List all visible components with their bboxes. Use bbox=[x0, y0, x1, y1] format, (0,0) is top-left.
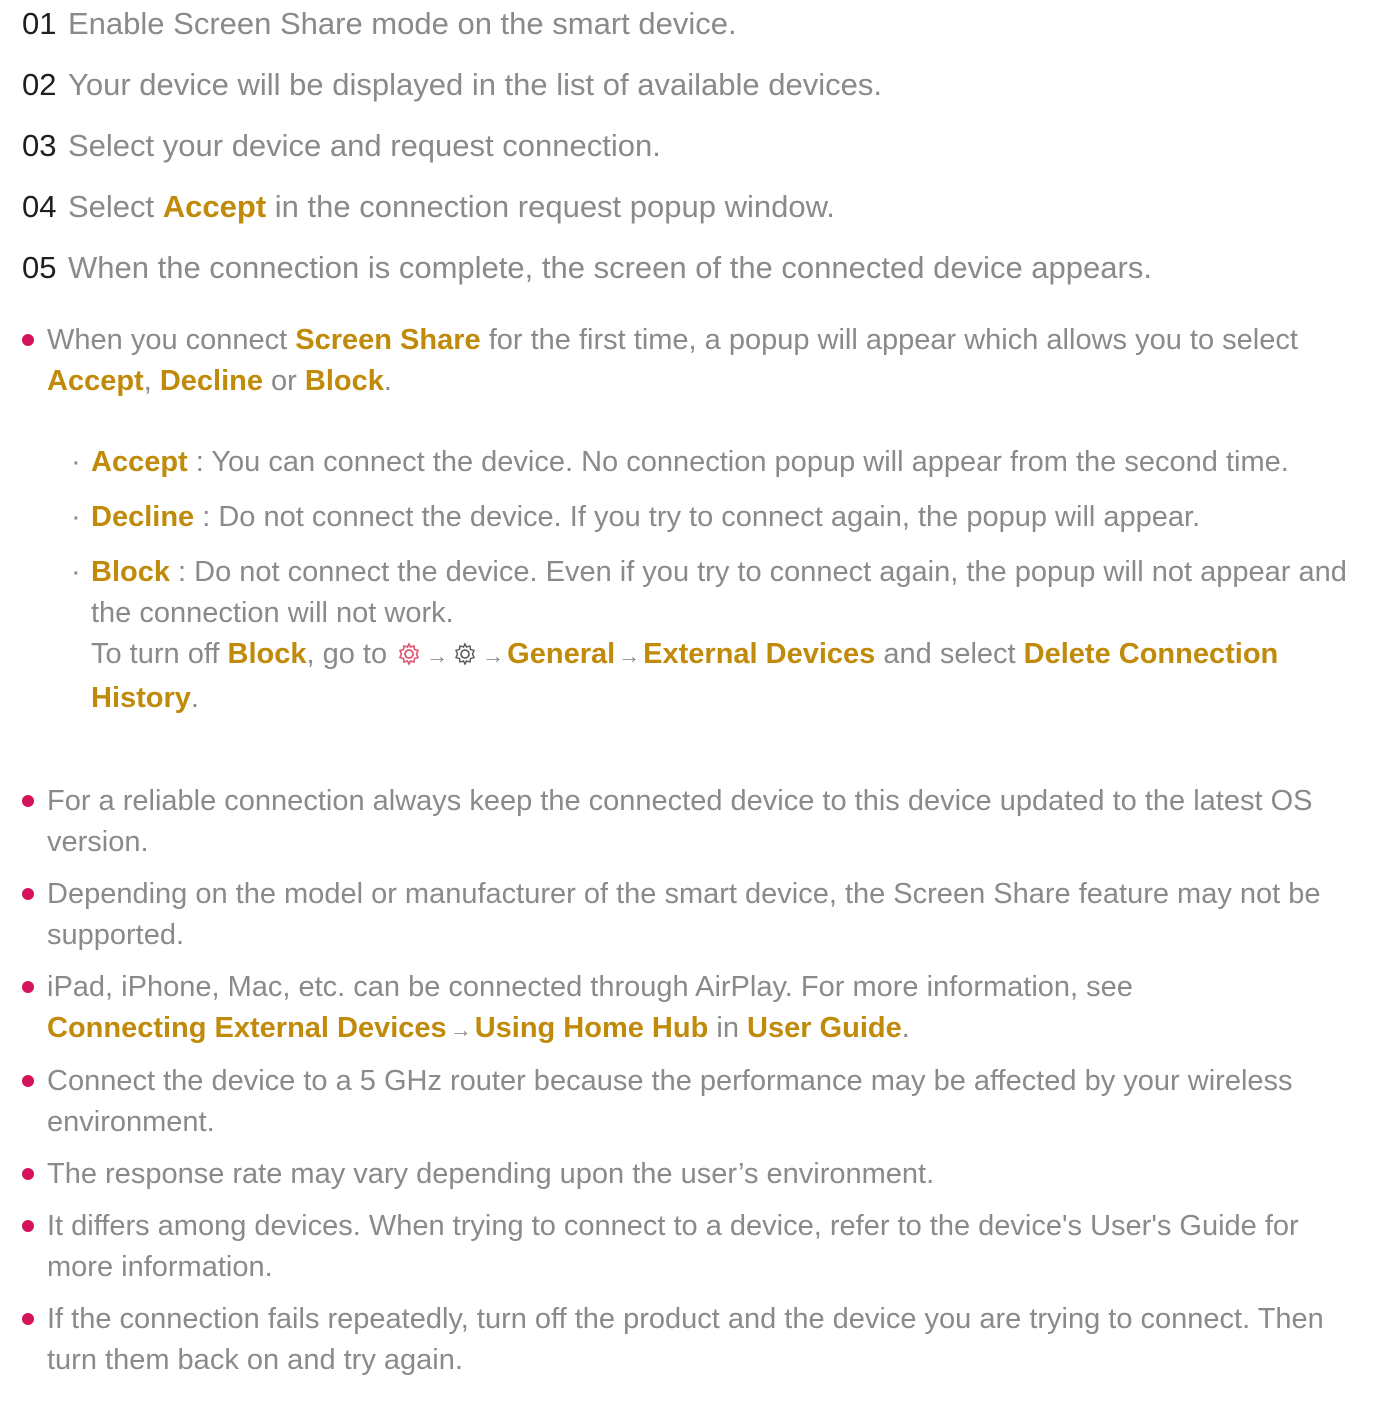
arrow-icon: → bbox=[426, 643, 449, 668]
bullet-icon bbox=[22, 1313, 34, 1325]
note-item: It differs among devices. When trying to… bbox=[22, 1206, 1362, 1288]
note-item: Depending on the model or manufacturer o… bbox=[22, 874, 1362, 956]
arrow-icon: → bbox=[482, 643, 505, 668]
note-item: The response rate may vary depending upo… bbox=[22, 1154, 1362, 1195]
link-using-home-hub[interactable]: Using Home Hub bbox=[475, 1012, 709, 1044]
option-accept: · Accept : You can connect the device. No… bbox=[71, 446, 1289, 478]
note-item: For a reliable connection always keep th… bbox=[22, 781, 1362, 863]
steps-list: 01 Enable Screen Share mode on the smart … bbox=[22, 0, 1362, 311]
settings-gear-icon bbox=[397, 637, 421, 678]
step-item: 05 When the connection is complete, the s… bbox=[22, 250, 1152, 285]
step-item: 01 Enable Screen Share mode on the smart … bbox=[22, 6, 737, 41]
note-item: When you connect Screen Share for the fi… bbox=[22, 320, 1362, 719]
note-item: Connect the device to a 5 GHz router bec… bbox=[22, 1061, 1362, 1143]
bullet-icon bbox=[22, 981, 34, 993]
bullet-icon bbox=[22, 334, 34, 346]
step-item: 02 Your device will be displayed in the l… bbox=[22, 67, 882, 102]
bullet-icon bbox=[22, 1168, 34, 1180]
step-item: 03 Select your device and request connect… bbox=[22, 128, 661, 163]
settings-gear-icon bbox=[453, 637, 477, 678]
bullet-icon bbox=[22, 1075, 34, 1087]
arrow-icon: → bbox=[449, 1017, 472, 1042]
note-item: If the connection fails repeatedly, turn… bbox=[22, 1299, 1362, 1381]
arrow-icon: → bbox=[618, 643, 641, 668]
accept-highlight: Accept bbox=[162, 189, 267, 224]
link-user-guide[interactable]: User Guide bbox=[747, 1012, 902, 1044]
bullet-icon bbox=[22, 795, 34, 807]
bullet-icon bbox=[22, 888, 34, 900]
option-block: · Block : Do not connect the device. Even… bbox=[71, 556, 1347, 714]
option-decline: · Decline : Do not connect the device. If… bbox=[71, 501, 1201, 533]
notes-list: When you connect Screen Share for the fi… bbox=[22, 320, 1362, 1392]
bullet-icon bbox=[22, 1220, 34, 1232]
link-connecting-external-devices[interactable]: Connecting External Devices bbox=[47, 1012, 447, 1044]
note-item: iPad, iPhone, Mac, etc. can be connected… bbox=[22, 967, 1362, 1050]
options-list: · Accept : You can connect the device. No… bbox=[47, 442, 1362, 719]
step-item: 04 Select Accept in the connection reques… bbox=[22, 189, 835, 224]
